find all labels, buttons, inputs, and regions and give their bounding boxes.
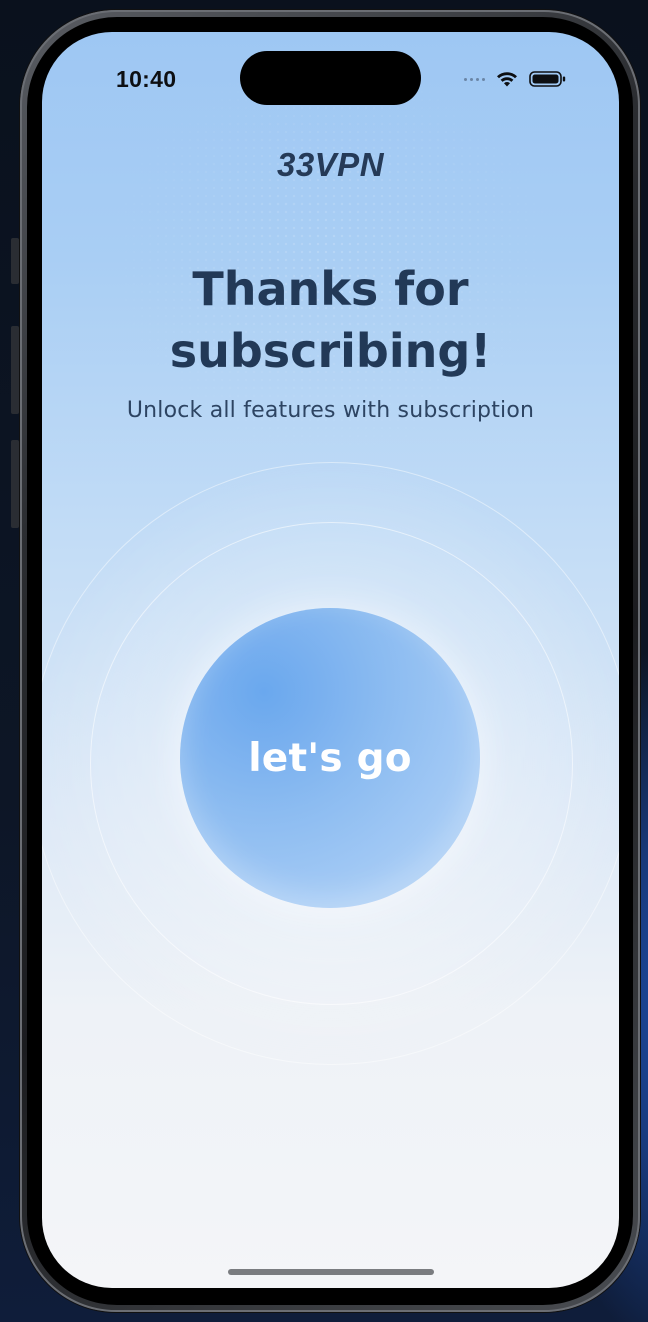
action-button — [11, 238, 19, 284]
title-line-1: Thanks for — [192, 262, 469, 316]
dynamic-island — [240, 51, 421, 105]
lets-go-label: let's go — [248, 735, 412, 781]
wifi-icon — [497, 72, 517, 87]
volume-down-button — [11, 440, 19, 528]
subtitle: Unlock all features with subscription — [126, 398, 535, 423]
title-line-2: subscribing! — [169, 324, 492, 378]
battery-icon — [529, 71, 566, 87]
volume-up-button — [11, 326, 19, 414]
cellular-dots-icon — [464, 77, 485, 81]
app-screen: 10:40 33VPN Thanks for subscribing! Unlo… — [42, 32, 619, 1288]
status-icons — [464, 68, 567, 90]
page-title: Thanks for subscribing! — [42, 258, 619, 382]
app-logo: 33VPN — [276, 146, 385, 183]
status-time: 10:40 — [116, 66, 177, 92]
lets-go-button[interactable]: let's go — [180, 608, 480, 908]
home-indicator[interactable] — [228, 1269, 434, 1275]
